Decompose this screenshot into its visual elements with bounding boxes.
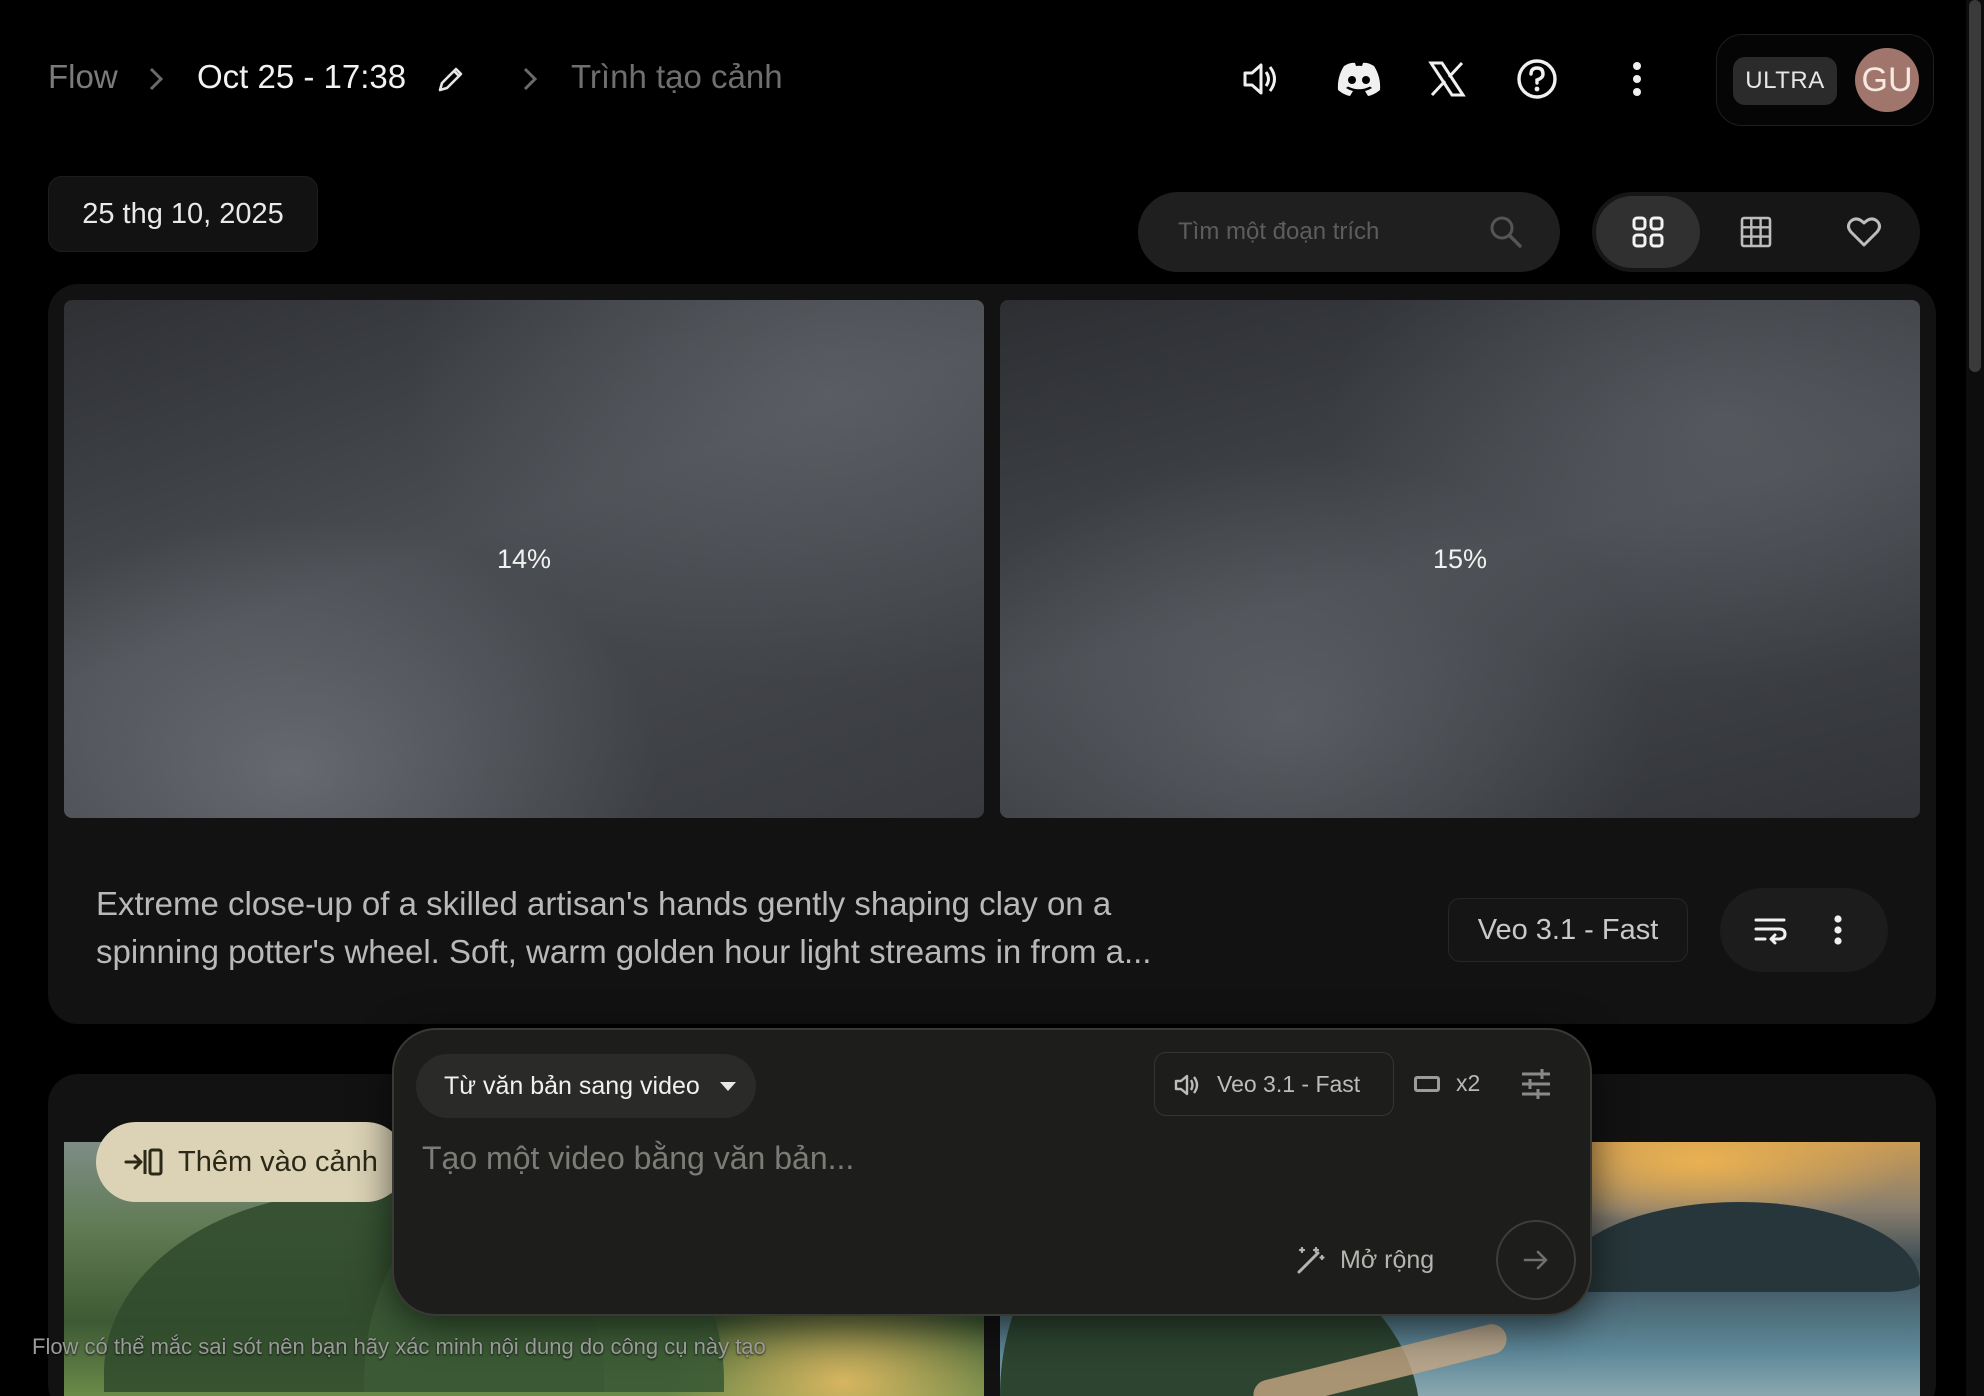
top-bar: Flow Oct 25 - 17:38 Trình tạo cảnh ULTRA… xyxy=(0,0,1984,160)
view-small-grid-button[interactable] xyxy=(1704,196,1808,268)
breadcrumb-scene-builder[interactable]: Trình tạo cảnh xyxy=(571,58,783,96)
search-bar xyxy=(1138,192,1560,272)
card-more-button[interactable] xyxy=(1814,906,1862,954)
model-label: Veo 3.1 - Fast xyxy=(1217,1070,1361,1097)
volume-icon xyxy=(1243,63,1276,95)
aspect-ratio-icon xyxy=(1414,1076,1440,1092)
view-large-grid-button[interactable] xyxy=(1596,196,1700,268)
help-icon xyxy=(1517,59,1557,99)
expand-label: Mở rộng xyxy=(1340,1245,1435,1274)
x-social-button[interactable] xyxy=(1424,56,1470,102)
generation-card: 14% 15% Extreme close-up of a skilled ar… xyxy=(48,284,1936,1024)
caret-down-icon xyxy=(720,1082,736,1091)
chevron-right-icon xyxy=(149,67,164,91)
send-button[interactable] xyxy=(1496,1220,1576,1300)
x-icon xyxy=(1428,61,1466,97)
add-to-scene-label: Thêm vào cảnh xyxy=(178,1145,378,1178)
scrollbar-thumb[interactable] xyxy=(1969,0,1981,372)
sound-toggle-button[interactable] xyxy=(1238,56,1284,102)
heart-icon xyxy=(1847,217,1881,247)
magic-wand-icon xyxy=(1297,1246,1325,1274)
prompt-text: Extreme close-up of a skilled artisan's … xyxy=(96,885,1152,970)
avatar[interactable]: GU xyxy=(1855,48,1919,112)
progress-label: 14% xyxy=(496,543,552,574)
edit-title-button[interactable] xyxy=(434,62,468,96)
project-title[interactable]: Oct 25 - 17:38 xyxy=(197,58,406,96)
page-scrollbar[interactable] xyxy=(1966,0,1984,1396)
view-mode-toggle xyxy=(1592,192,1920,272)
account-menu[interactable]: ULTRA GU xyxy=(1716,34,1934,126)
volume-icon xyxy=(1174,1074,1199,1096)
progress-label: 15% xyxy=(1432,543,1488,574)
help-button[interactable] xyxy=(1514,56,1560,102)
view-favorites-button[interactable] xyxy=(1812,196,1916,268)
tune-settings-icon[interactable] xyxy=(1518,1066,1554,1102)
model-settings-chip[interactable]: Veo 3.1 - Fast xyxy=(1154,1052,1394,1116)
prompt-composer: Từ văn bản sang video Veo 3.1 - Fast x2 … xyxy=(392,1028,1592,1316)
grid-small-icon xyxy=(1740,216,1772,248)
wrap-text-icon xyxy=(1754,918,1787,945)
video-thumbnail-generating[interactable]: 14% xyxy=(64,300,984,818)
arrow-right-icon xyxy=(1523,1250,1548,1270)
output-count: x2 xyxy=(1456,1070,1481,1096)
add-to-scene-button[interactable]: Thêm vào cảnh xyxy=(96,1122,406,1202)
more-vert-icon xyxy=(1633,62,1641,96)
search-icon[interactable] xyxy=(1486,212,1526,252)
pencil-icon xyxy=(438,67,463,92)
more-options-button[interactable] xyxy=(1614,56,1660,102)
expand-prompt-button[interactable]: Mở rộng xyxy=(1294,1238,1434,1282)
reuse-prompt-button[interactable] xyxy=(1746,906,1794,954)
more-vert-icon xyxy=(1834,915,1842,945)
search-input[interactable] xyxy=(1178,212,1378,252)
generation-mode-select[interactable]: Từ văn bản sang video xyxy=(416,1054,756,1118)
island-shape xyxy=(1560,1202,1920,1292)
model-chip: Veo 3.1 - Fast xyxy=(1448,898,1688,962)
prompt-input[interactable] xyxy=(422,1140,1542,1200)
discord-button[interactable] xyxy=(1334,56,1384,102)
grid-large-icon xyxy=(1632,216,1664,248)
date-filter-chip[interactable]: 25 thg 10, 2025 xyxy=(48,176,318,252)
discord-icon xyxy=(1337,62,1381,96)
mode-label: Từ văn bản sang video xyxy=(444,1071,700,1100)
breadcrumb-flow-link[interactable]: Flow xyxy=(48,58,118,96)
chevron-right-icon xyxy=(523,67,538,91)
ai-disclaimer: Flow có thể mắc sai sót nên bạn hãy xác … xyxy=(32,1334,766,1359)
add-to-scene-icon xyxy=(124,1148,163,1176)
video-thumbnail-generating[interactable]: 15% xyxy=(1000,300,1920,818)
card-actions xyxy=(1720,888,1888,972)
plan-badge: ULTRA xyxy=(1733,57,1837,105)
